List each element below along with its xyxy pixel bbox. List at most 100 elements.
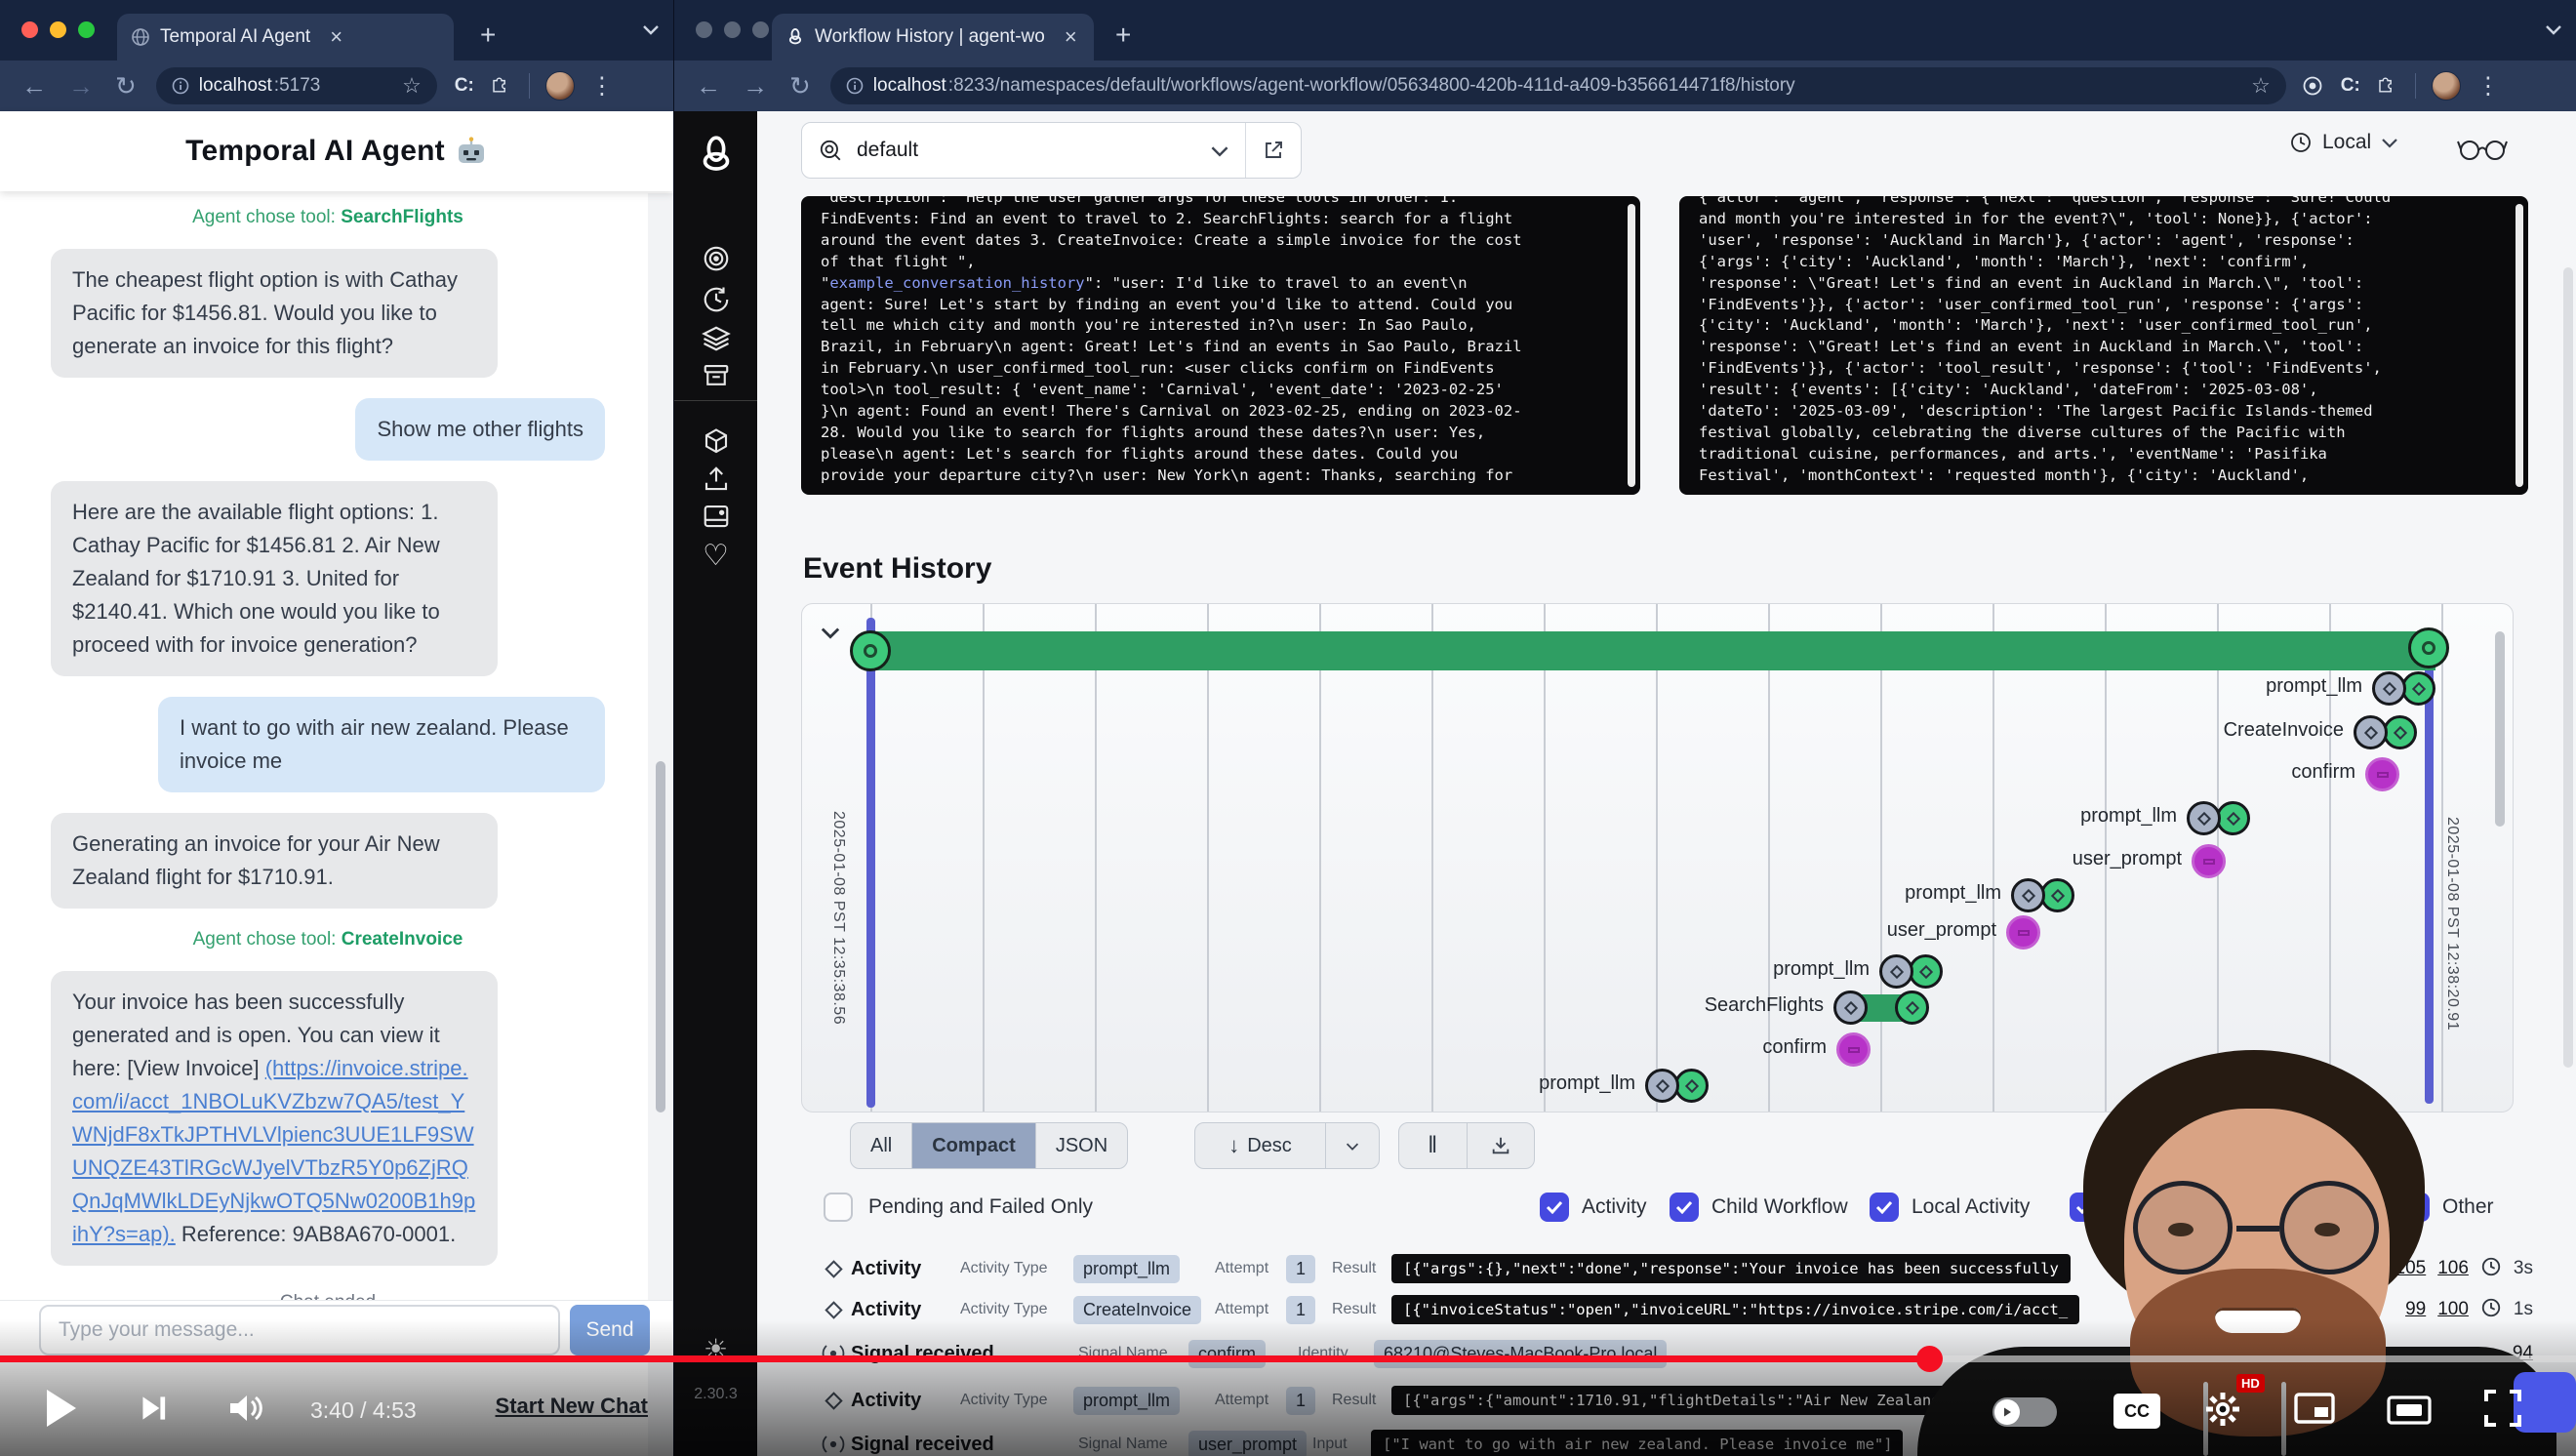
code-scrollbar[interactable] xyxy=(1628,204,1635,487)
new-tab-button[interactable]: + xyxy=(480,21,496,49)
view-option-json[interactable]: JSON xyxy=(1036,1123,1127,1168)
timeline-scrollbar-thumb[interactable] xyxy=(2495,631,2505,827)
view-option-all[interactable]: All xyxy=(851,1123,912,1168)
activity-completed-marker[interactable] xyxy=(1674,1069,1709,1103)
sidebar-schedules-icon[interactable] xyxy=(674,285,757,314)
timeline-event-label[interactable]: prompt_llm xyxy=(1539,1072,1635,1095)
type-filter-activity[interactable]: Activity xyxy=(1540,1193,1647,1222)
type-filter-child-workflow[interactable]: Child Workflow xyxy=(1670,1193,1848,1222)
zoom-window-icon[interactable] xyxy=(752,21,769,38)
sort-control[interactable]: ↓Desc xyxy=(1194,1122,1380,1169)
activity-completed-marker[interactable] xyxy=(2401,671,2435,706)
close-window-icon[interactable] xyxy=(696,21,712,38)
timeline-event-label[interactable]: CreateInvoice xyxy=(2224,719,2344,742)
back-icon[interactable]: ← xyxy=(21,71,47,101)
invoice-link[interactable]: (https://invoice.stripe.com/i/acct_1NBOL… xyxy=(72,1056,475,1246)
back-icon[interactable]: ← xyxy=(696,71,721,101)
timeline-event-label[interactable]: confirm xyxy=(1762,1036,1827,1059)
bookmark-star-icon[interactable]: ☆ xyxy=(402,73,422,99)
timeline-event-label[interactable]: user_prompt xyxy=(1887,919,1996,942)
signal-event-marker[interactable] xyxy=(2006,915,2040,950)
close-tab-icon[interactable]: × xyxy=(1065,24,1077,50)
checkbox-checked-icon[interactable] xyxy=(1540,1193,1569,1222)
forward-icon[interactable]: → xyxy=(68,71,94,101)
sidebar-feedback-heart-icon[interactable]: ♡ xyxy=(674,539,757,573)
activity-scheduled-marker[interactable] xyxy=(2354,715,2388,749)
extension-c-icon[interactable]: C: xyxy=(2341,75,2360,97)
collapse-timeline-chevron-icon[interactable] xyxy=(820,626,841,639)
minimize-window-icon[interactable] xyxy=(50,21,66,38)
namespace-select[interactable]: default xyxy=(801,122,1302,179)
activity-completed-marker[interactable] xyxy=(1909,954,1943,989)
timezone-select[interactable]: Local xyxy=(2289,131,2398,154)
sidebar-namespaces-icon[interactable] xyxy=(674,427,757,457)
minimize-window-icon[interactable] xyxy=(724,21,741,38)
sidebar-archive-icon[interactable] xyxy=(674,361,757,390)
close-tab-icon[interactable]: × xyxy=(330,24,342,50)
browser-menu-icon[interactable]: ⋮ xyxy=(2476,72,2500,101)
theme-toggle-sun-icon[interactable]: ☀ xyxy=(674,1333,757,1365)
traffic-lights[interactable] xyxy=(696,21,769,38)
workflow-end-marker[interactable] xyxy=(2408,627,2449,668)
send-button[interactable]: Send xyxy=(570,1305,650,1355)
timeline-event-label[interactable]: prompt_llm xyxy=(2080,805,2177,828)
profile-avatar[interactable] xyxy=(545,71,575,101)
message-input[interactable] xyxy=(39,1305,560,1355)
signal-event-marker[interactable] xyxy=(2192,844,2226,878)
activity-scheduled-marker[interactable] xyxy=(2011,878,2045,912)
timeline-event-label[interactable]: prompt_llm xyxy=(1773,958,1870,981)
sidebar-workflows-icon[interactable] xyxy=(674,244,757,273)
download-history-button[interactable] xyxy=(1468,1123,1535,1168)
chevron-down-icon[interactable] xyxy=(2545,23,2562,35)
forward-icon[interactable]: → xyxy=(743,71,768,101)
timeline-event-label[interactable]: user_prompt xyxy=(2073,848,2182,870)
sort-desc-button[interactable]: ↓Desc xyxy=(1195,1123,1326,1168)
code-scrollbar[interactable] xyxy=(2516,204,2523,487)
close-window-icon[interactable] xyxy=(21,21,38,38)
timeline-event-label[interactable]: prompt_llm xyxy=(1905,882,2001,905)
temporal-logo-icon[interactable] xyxy=(674,133,757,178)
pending-failed-filter[interactable]: Pending and Failed Only xyxy=(824,1193,1093,1222)
site-info-icon[interactable] xyxy=(172,77,189,95)
extensions-puzzle-icon[interactable] xyxy=(2376,75,2397,97)
start-new-chat-link[interactable]: Start New Chat xyxy=(496,1394,648,1419)
reload-icon[interactable]: ↻ xyxy=(789,71,811,101)
activity-scheduled-marker[interactable] xyxy=(1833,991,1868,1025)
workflow-result-code-block[interactable]: {'actor': 'agent', 'response': {'next': … xyxy=(1679,196,2528,495)
chevron-down-icon[interactable] xyxy=(642,23,660,35)
sidebar-export-icon[interactable] xyxy=(674,465,757,494)
extension-lens-icon[interactable] xyxy=(2302,75,2323,97)
data-encoder-glasses-icon[interactable] xyxy=(2457,133,2508,164)
activity-scheduled-marker[interactable] xyxy=(2372,671,2406,706)
activity-completed-marker[interactable] xyxy=(2040,878,2074,912)
chat-scrollbar-thumb[interactable] xyxy=(656,761,665,1112)
address-bar[interactable]: localhost:5173 ☆ xyxy=(156,67,437,104)
activity-completed-marker[interactable] xyxy=(2216,801,2250,835)
activity-scheduled-marker[interactable] xyxy=(2187,801,2221,835)
address-bar[interactable]: localhost:8233/namespaces/default/workfl… xyxy=(830,67,2286,104)
tab-workflow-history[interactable]: Workflow History | agent-wo × xyxy=(772,14,1094,61)
zoom-window-icon[interactable] xyxy=(78,21,95,38)
open-namespace-button[interactable] xyxy=(1246,139,1301,162)
activity-completed-marker[interactable] xyxy=(1895,991,1929,1025)
page-scrollbar-thumb[interactable] xyxy=(2563,267,2573,1068)
activity-scheduled-marker[interactable] xyxy=(1645,1069,1679,1103)
signal-event-marker[interactable] xyxy=(2365,757,2399,791)
activity-completed-marker[interactable] xyxy=(2383,715,2417,749)
extension-c-icon[interactable]: C: xyxy=(455,75,474,97)
sidebar-layers-icon[interactable] xyxy=(674,324,757,353)
view-option-compact[interactable]: Compact xyxy=(912,1123,1036,1168)
activity-scheduled-marker[interactable] xyxy=(1879,954,1913,989)
workflow-start-marker[interactable] xyxy=(850,630,891,671)
extensions-puzzle-icon[interactable] xyxy=(490,75,511,97)
chat-message-list[interactable]: Agent chose tool: SearchFlightsThe cheap… xyxy=(0,193,648,1300)
pause-updates-button[interactable]: ‖ xyxy=(1399,1123,1468,1168)
checkbox-checked-icon[interactable] xyxy=(1670,1193,1699,1222)
traffic-lights[interactable] xyxy=(21,21,95,38)
sort-options-chevron[interactable] xyxy=(1326,1123,1379,1168)
site-info-icon[interactable] xyxy=(846,77,864,95)
workflow-input-code-block[interactable]: "description": "Help the user gather arg… xyxy=(801,196,1640,495)
tab-temporal-ai-agent[interactable]: Temporal AI Agent × xyxy=(117,14,454,61)
bookmark-star-icon[interactable]: ☆ xyxy=(2251,73,2271,99)
signal-event-marker[interactable] xyxy=(1836,1032,1871,1067)
